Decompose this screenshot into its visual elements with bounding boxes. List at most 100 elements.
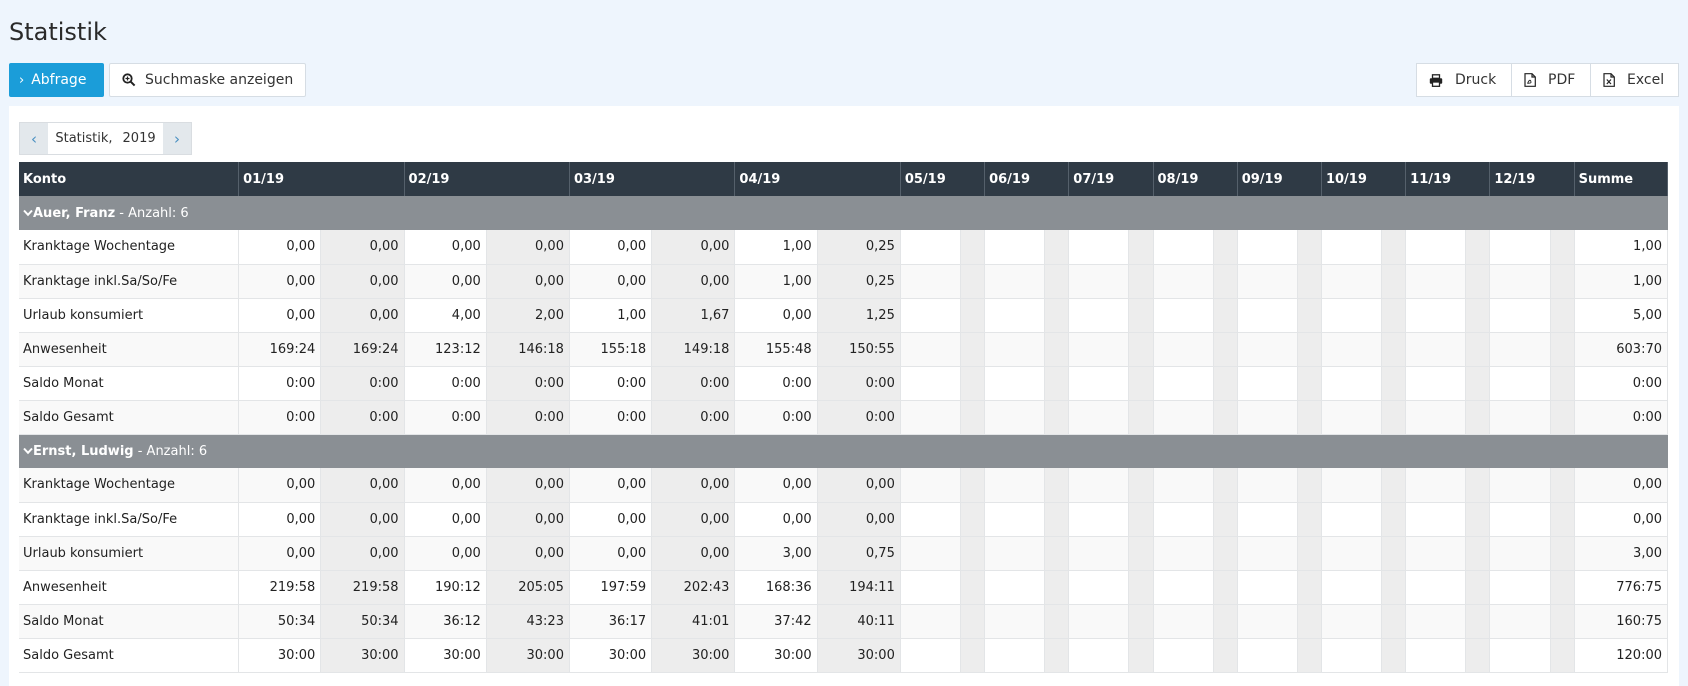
value-cell xyxy=(1321,366,1383,401)
value-cell xyxy=(1128,298,1154,333)
group-header-row[interactable]: Auer, Franz - Anzahl: 6 xyxy=(19,196,1668,230)
value-cell xyxy=(1550,400,1575,435)
value-cell xyxy=(1381,264,1407,299)
value-cell: 0:00 xyxy=(238,366,322,401)
value-cell: 0,00 xyxy=(320,502,405,537)
value-cell: 0,00 xyxy=(238,468,322,503)
value-cell: 0,00 xyxy=(486,264,570,299)
value-cell: 0,00 xyxy=(320,230,405,265)
column-header-konto: Konto xyxy=(19,162,240,196)
value-cell: 0:00 xyxy=(320,400,405,435)
value-cell: 150:55 xyxy=(817,332,901,367)
group-count: - Anzahl: 6 xyxy=(115,205,189,221)
value-cell: 0,75 xyxy=(817,536,901,571)
value-cell: 0,00 xyxy=(238,298,322,333)
value-cell xyxy=(1297,264,1322,299)
value-cell xyxy=(960,230,986,265)
sum-cell: 603:70 xyxy=(1574,332,1669,367)
value-cell: 123:12 xyxy=(404,332,487,367)
show-search-mask-button[interactable]: Suchmaske anzeigen xyxy=(109,63,306,97)
period-label-text: Statistik, xyxy=(55,131,113,146)
previous-period-button[interactable]: ‹ xyxy=(20,123,48,154)
value-cell xyxy=(1237,298,1298,333)
value-cell xyxy=(1297,400,1322,435)
chevron-down-icon[interactable] xyxy=(23,206,33,221)
value-cell xyxy=(1297,570,1322,605)
value-cell xyxy=(1550,366,1575,401)
value-cell xyxy=(1213,400,1238,435)
value-cell xyxy=(1044,468,1070,503)
value-cell xyxy=(900,298,962,333)
value-cell xyxy=(1489,638,1551,673)
value-cell xyxy=(984,366,1046,401)
value-cell: 0,00 xyxy=(238,502,322,537)
value-cell: 0,00 xyxy=(734,298,818,333)
value-cell: 0:00 xyxy=(320,366,405,401)
value-cell: 1,00 xyxy=(734,264,818,299)
value-cell xyxy=(1321,536,1383,571)
value-cell xyxy=(1153,400,1214,435)
value-cell xyxy=(960,468,986,503)
value-cell xyxy=(1381,298,1407,333)
value-cell: 36:17 xyxy=(569,604,653,639)
chevron-down-icon[interactable] xyxy=(23,444,33,459)
table-header-row: Konto 01/19 02/19 03/19 04/19 05/19 06/19 07/19… xyxy=(19,162,1669,196)
value-cell xyxy=(1321,570,1383,605)
value-cell: 197:59 xyxy=(569,570,653,605)
value-cell xyxy=(1321,638,1383,673)
value-cell xyxy=(900,400,962,435)
table-row: Saldo Monat 50:34 50:34 36:12 43:23 36:17 41:0… xyxy=(19,604,1669,639)
value-cell xyxy=(1128,468,1154,503)
row-label: Kranktage Wochentage xyxy=(19,230,240,265)
sum-cell: 120:00 xyxy=(1574,638,1669,673)
value-cell xyxy=(1153,536,1214,571)
value-cell xyxy=(1297,230,1322,265)
value-cell xyxy=(900,332,962,367)
query-button-label: Abfrage xyxy=(31,72,87,88)
value-cell: 0,00 xyxy=(651,264,736,299)
value-cell xyxy=(1405,604,1467,639)
value-cell: 0,00 xyxy=(404,230,487,265)
value-cell xyxy=(1405,468,1467,503)
value-cell xyxy=(1465,400,1491,435)
query-button[interactable]: › Abfrage xyxy=(9,63,104,97)
value-cell xyxy=(1489,536,1551,571)
value-cell xyxy=(1128,400,1154,435)
excel-button[interactable]: Excel xyxy=(1590,63,1679,97)
value-cell: 40:11 xyxy=(817,604,901,639)
value-cell: 0:00 xyxy=(734,400,818,435)
value-cell xyxy=(1297,638,1322,673)
value-cell: 30:00 xyxy=(651,638,736,673)
value-cell: 169:24 xyxy=(320,332,405,367)
table-row: Saldo Monat 0:00 0:00 0:00 0:00 0:00 0:00 0:00 0… xyxy=(19,366,1669,401)
group-header-row[interactable]: Ernst, Ludwig - Anzahl: 6 xyxy=(19,434,1668,468)
column-header-month: 05/19 xyxy=(900,162,986,196)
value-cell xyxy=(960,298,986,333)
value-cell xyxy=(1068,638,1130,673)
value-cell xyxy=(1321,298,1383,333)
value-cell xyxy=(1381,366,1407,401)
next-period-button[interactable]: › xyxy=(163,123,191,154)
value-cell xyxy=(1381,570,1407,605)
print-button[interactable]: Druck xyxy=(1416,63,1511,97)
value-cell: 0,00 xyxy=(569,468,653,503)
value-cell: 194:11 xyxy=(817,570,901,605)
value-cell: 0:00 xyxy=(817,366,901,401)
value-cell xyxy=(1068,264,1130,299)
value-cell: 3,00 xyxy=(734,536,818,571)
value-cell: 0,00 xyxy=(238,230,322,265)
pdf-button[interactable]: PDF xyxy=(1511,63,1590,97)
sum-cell: 0,00 xyxy=(1574,502,1669,537)
value-cell xyxy=(1465,230,1491,265)
value-cell xyxy=(900,502,962,537)
value-cell: 0,00 xyxy=(734,502,818,537)
value-cell xyxy=(1213,502,1238,537)
value-cell xyxy=(1068,332,1130,367)
value-cell xyxy=(1381,400,1407,435)
value-cell xyxy=(1044,570,1070,605)
value-cell xyxy=(900,230,962,265)
value-cell: 0:00 xyxy=(569,400,653,435)
table-row: Anwesenheit 219:58 219:58 190:12 205:05 197:5… xyxy=(19,570,1669,605)
value-cell xyxy=(1213,604,1238,639)
value-cell xyxy=(1237,468,1298,503)
